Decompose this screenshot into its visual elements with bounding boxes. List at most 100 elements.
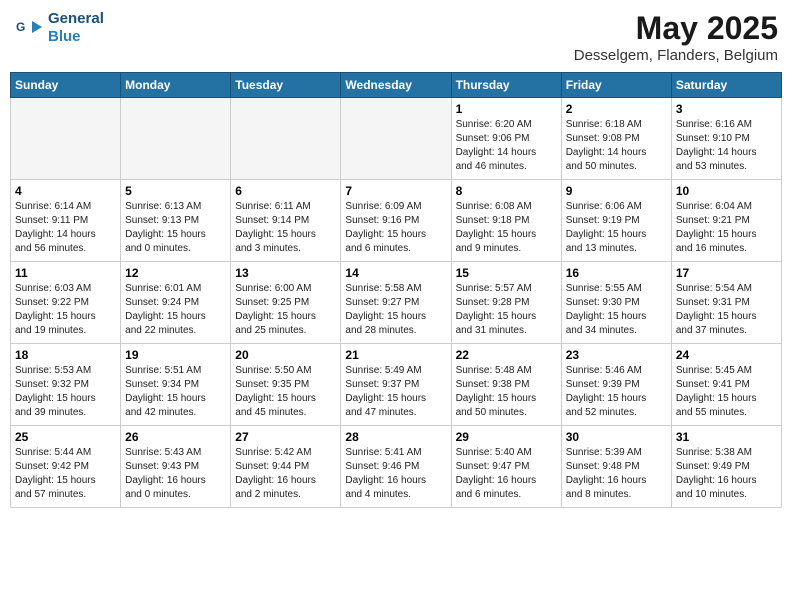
calendar-cell: 20 Sunrise: 5:50 AM Sunset: 9:35 PM Dayli… xyxy=(231,344,341,426)
day-info: Sunrise: 6:11 AM Sunset: 9:14 PM Dayligh… xyxy=(235,200,336,256)
calendar-cell: 30Sunrise: 5:39 AM Sunset: 9:48 PM Dayli… xyxy=(561,426,671,508)
weekday-header-wednesday: Wednesday xyxy=(341,73,451,98)
calendar-cell: 19Sunrise: 5:51 AM Sunset: 9:34 PM Dayli… xyxy=(121,344,231,426)
day-info: Sunrise: 5:45 AM Sunset: 9:41 PM Dayligh… xyxy=(676,364,777,420)
day-info: Sunrise: 6:09 AM Sunset: 9:16 PM Dayligh… xyxy=(345,200,446,256)
weekday-header-monday: Monday xyxy=(121,73,231,98)
weekday-header-row: SundayMondayTuesdayWednesdayThursdayFrid… xyxy=(11,73,782,98)
day-info: Sunrise: 5:51 AM Sunset: 9:34 PM Dayligh… xyxy=(125,364,226,420)
day-number: 24 xyxy=(676,348,777,362)
day-info: Sunrise: 5:43 AM Sunset: 9:43 PM Dayligh… xyxy=(125,446,226,502)
calendar-cell: 10 Sunrise: 6:04 AM Sunset: 9:21 PM Dayli… xyxy=(671,180,781,262)
weekday-header-saturday: Saturday xyxy=(671,73,781,98)
calendar-cell: 5 Sunrise: 6:13 AM Sunset: 9:13 PM Daylig… xyxy=(121,180,231,262)
day-number: 4 xyxy=(15,184,116,198)
day-number: 11 xyxy=(15,266,116,280)
day-info: Sunrise: 5:46 AM Sunset: 9:39 PM Dayligh… xyxy=(566,364,667,420)
week-row-4: 18Sunrise: 5:53 AM Sunset: 9:32 PM Dayli… xyxy=(11,344,782,426)
day-info: Sunrise: 5:48 AM Sunset: 9:38 PM Dayligh… xyxy=(456,364,557,420)
day-number: 14 xyxy=(345,266,446,280)
day-info: Sunrise: 6:06 AM Sunset: 9:19 PM Dayligh… xyxy=(566,200,667,256)
calendar-cell: 2Sunrise: 6:18 AM Sunset: 9:08 PM Daylig… xyxy=(561,98,671,180)
calendar-cell xyxy=(11,98,121,180)
day-info: Sunrise: 5:42 AM Sunset: 9:44 PM Dayligh… xyxy=(235,446,336,502)
day-number: 30 xyxy=(566,430,667,444)
day-number: 13 xyxy=(235,266,336,280)
calendar-cell: 3 Sunrise: 6:16 AM Sunset: 9:10 PM Daylig… xyxy=(671,98,781,180)
day-info: Sunrise: 6:04 AM Sunset: 9:21 PM Dayligh… xyxy=(676,200,777,256)
day-number: 10 xyxy=(676,184,777,198)
calendar-cell: 8 Sunrise: 6:08 AM Sunset: 9:18 PM Daylig… xyxy=(451,180,561,262)
day-info: Sunrise: 5:38 AM Sunset: 9:49 PM Dayligh… xyxy=(676,446,777,502)
calendar-cell: 21 Sunrise: 5:49 AM Sunset: 9:37 PM Dayli… xyxy=(341,344,451,426)
weekday-header-sunday: Sunday xyxy=(11,73,121,98)
calendar-cell: 18Sunrise: 5:53 AM Sunset: 9:32 PM Dayli… xyxy=(11,344,121,426)
day-info: Sunrise: 6:14 AM Sunset: 9:11 PM Dayligh… xyxy=(15,200,116,256)
svg-text:G: G xyxy=(16,20,25,34)
calendar-cell: 13 Sunrise: 6:00 AM Sunset: 9:25 PM Dayli… xyxy=(231,262,341,344)
calendar-cell: 29 Sunrise: 5:40 AM Sunset: 9:47 PM Dayli… xyxy=(451,426,561,508)
day-number: 29 xyxy=(456,430,557,444)
day-info: Sunrise: 5:50 AM Sunset: 9:35 PM Dayligh… xyxy=(235,364,336,420)
day-number: 8 xyxy=(456,184,557,198)
calendar-cell: 25 Sunrise: 5:44 AM Sunset: 9:42 PM Dayli… xyxy=(11,426,121,508)
day-info: Sunrise: 5:44 AM Sunset: 9:42 PM Dayligh… xyxy=(15,446,116,502)
calendar-cell: 17Sunrise: 5:54 AM Sunset: 9:31 PM Dayli… xyxy=(671,262,781,344)
day-number: 15 xyxy=(456,266,557,280)
calendar-cell: 14Sunrise: 5:58 AM Sunset: 9:27 PM Dayli… xyxy=(341,262,451,344)
day-info: Sunrise: 5:41 AM Sunset: 9:46 PM Dayligh… xyxy=(345,446,446,502)
calendar-cell: 12Sunrise: 6:01 AM Sunset: 9:24 PM Dayli… xyxy=(121,262,231,344)
calendar-cell: 4 Sunrise: 6:14 AM Sunset: 9:11 PM Daylig… xyxy=(11,180,121,262)
calendar-cell xyxy=(121,98,231,180)
day-number: 18 xyxy=(15,348,116,362)
calendar-cell: 16 Sunrise: 5:55 AM Sunset: 9:30 PM Dayli… xyxy=(561,262,671,344)
calendar-subtitle: Desselgem, Flanders, Belgium xyxy=(574,47,778,64)
day-number: 27 xyxy=(235,430,336,444)
week-row-3: 11Sunrise: 6:03 AM Sunset: 9:22 PM Dayli… xyxy=(11,262,782,344)
day-info: Sunrise: 5:49 AM Sunset: 9:37 PM Dayligh… xyxy=(345,364,446,420)
calendar-cell: 26 Sunrise: 5:43 AM Sunset: 9:43 PM Dayli… xyxy=(121,426,231,508)
week-row-5: 25 Sunrise: 5:44 AM Sunset: 9:42 PM Dayli… xyxy=(11,426,782,508)
day-number: 25 xyxy=(15,430,116,444)
calendar-cell: 27 Sunrise: 5:42 AM Sunset: 9:44 PM Dayli… xyxy=(231,426,341,508)
calendar-title: May 2025 xyxy=(574,10,778,47)
day-number: 5 xyxy=(125,184,226,198)
calendar-cell: 28 Sunrise: 5:41 AM Sunset: 9:46 PM Dayli… xyxy=(341,426,451,508)
day-info: Sunrise: 6:01 AM Sunset: 9:24 PM Dayligh… xyxy=(125,282,226,338)
day-info: Sunrise: 6:00 AM Sunset: 9:25 PM Dayligh… xyxy=(235,282,336,338)
calendar-cell: 7 Sunrise: 6:09 AM Sunset: 9:16 PM Daylig… xyxy=(341,180,451,262)
day-number: 21 xyxy=(345,348,446,362)
calendar-cell: 31 Sunrise: 5:38 AM Sunset: 9:49 PM Dayli… xyxy=(671,426,781,508)
day-number: 7 xyxy=(345,184,446,198)
day-number: 3 xyxy=(676,102,777,116)
day-number: 20 xyxy=(235,348,336,362)
weekday-header-tuesday: Tuesday xyxy=(231,73,341,98)
day-number: 23 xyxy=(566,348,667,362)
day-number: 28 xyxy=(345,430,446,444)
day-number: 6 xyxy=(235,184,336,198)
day-info: Sunrise: 6:16 AM Sunset: 9:10 PM Dayligh… xyxy=(676,118,777,174)
day-number: 9 xyxy=(566,184,667,198)
calendar-table: SundayMondayTuesdayWednesdayThursdayFrid… xyxy=(10,72,782,508)
day-info: Sunrise: 6:08 AM Sunset: 9:18 PM Dayligh… xyxy=(456,200,557,256)
weekday-header-friday: Friday xyxy=(561,73,671,98)
title-section: May 2025 Desselgem, Flanders, Belgium xyxy=(574,10,778,64)
day-info: Sunrise: 5:55 AM Sunset: 9:30 PM Dayligh… xyxy=(566,282,667,338)
calendar-cell: 11Sunrise: 6:03 AM Sunset: 9:22 PM Dayli… xyxy=(11,262,121,344)
week-row-1: 1Sunrise: 6:20 AM Sunset: 9:06 PM Daylig… xyxy=(11,98,782,180)
day-info: Sunrise: 5:57 AM Sunset: 9:28 PM Dayligh… xyxy=(456,282,557,338)
page-header: G General Blue May 2025 Desselgem, Fland… xyxy=(10,10,782,64)
day-number: 26 xyxy=(125,430,226,444)
day-info: Sunrise: 5:40 AM Sunset: 9:47 PM Dayligh… xyxy=(456,446,557,502)
day-number: 1 xyxy=(456,102,557,116)
day-number: 22 xyxy=(456,348,557,362)
weekday-header-thursday: Thursday xyxy=(451,73,561,98)
day-number: 31 xyxy=(676,430,777,444)
calendar-cell: 24 Sunrise: 5:45 AM Sunset: 9:41 PM Dayli… xyxy=(671,344,781,426)
logo-line1: General xyxy=(48,10,104,28)
calendar-cell: 9 Sunrise: 6:06 AM Sunset: 9:19 PM Daylig… xyxy=(561,180,671,262)
day-number: 16 xyxy=(566,266,667,280)
day-info: Sunrise: 6:13 AM Sunset: 9:13 PM Dayligh… xyxy=(125,200,226,256)
day-info: Sunrise: 5:54 AM Sunset: 9:31 PM Dayligh… xyxy=(676,282,777,338)
logo: G General Blue xyxy=(14,10,104,46)
